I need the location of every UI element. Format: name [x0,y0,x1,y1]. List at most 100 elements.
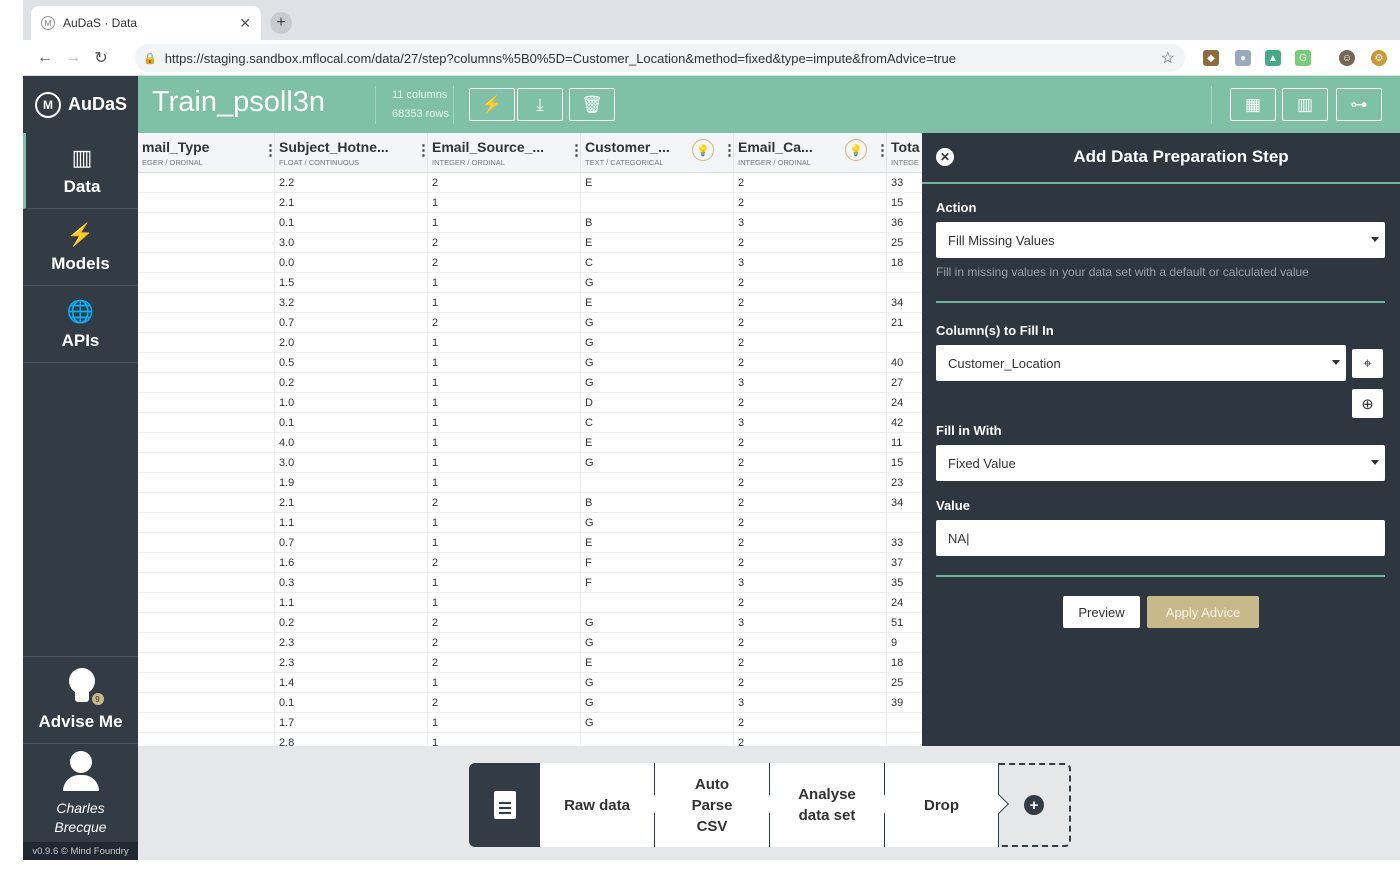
table-cell[interactable]: 9 [887,633,922,653]
table-cell[interactable] [581,733,734,746]
table-cell[interactable]: 0.5 [275,353,428,373]
column-header[interactable]: Customer_... TEXT / CATEGORICAL ⋮ 💡 [581,133,737,173]
table-cell[interactable]: G [581,453,734,473]
table-cell[interactable]: 1 [428,333,581,353]
table-cell[interactable]: 2 [734,193,887,213]
table-cell[interactable]: 2 [428,493,581,513]
download-button[interactable]: ⤓ [517,88,563,121]
table-cell[interactable]: 2 [428,173,581,193]
table-cell[interactable]: 1 [428,473,581,493]
table-cell[interactable]: 2 [734,273,887,293]
table-cell[interactable]: 2 [428,313,581,333]
table-cell[interactable]: 2 [734,513,887,533]
table-cell[interactable] [138,373,275,393]
table-cell[interactable] [887,513,922,533]
table-cell[interactable]: 1.1 [275,593,428,613]
profile-avatar-icon[interactable]: ☺ [1339,50,1355,66]
table-cell[interactable]: 2 [734,313,887,333]
table-cell[interactable]: G [581,353,734,373]
table-cell[interactable]: F [581,573,734,593]
table-cell[interactable]: 42 [887,413,922,433]
table-cell[interactable]: 3 [734,413,887,433]
table-cell[interactable]: 1.5 [275,273,428,293]
url-field[interactable]: 🔒 https://staging.sandbox.mflocal.com/da… [135,44,1185,72]
table-cell[interactable]: 2 [428,693,581,713]
quick-model-button[interactable]: ⚡ [469,88,515,121]
table-cell[interactable] [138,233,275,253]
table-cell[interactable]: 35 [887,573,922,593]
forward-icon[interactable]: → [59,49,87,67]
table-cell[interactable]: 2 [428,233,581,253]
table-cell[interactable]: 0.1 [275,213,428,233]
table-cell[interactable]: 36 [887,213,922,233]
table-cell[interactable] [138,213,275,233]
table-cell[interactable]: 33 [887,533,922,553]
table-cell[interactable] [138,413,275,433]
table-cell[interactable]: 18 [887,653,922,673]
table-cell[interactable] [138,253,275,273]
table-cell[interactable]: 0.7 [275,533,428,553]
table-cell[interactable]: 2 [734,293,887,313]
table-cell[interactable]: E [581,293,734,313]
table-cell[interactable]: 15 [887,453,922,473]
table-cell[interactable]: 2.0 [275,333,428,353]
table-cell[interactable] [138,613,275,633]
table-cell[interactable]: 1 [428,393,581,413]
table-cell[interactable]: 24 [887,393,922,413]
app-logo[interactable]: M AuDaS [23,76,138,133]
grid-view-button[interactable]: ▦ [1230,88,1276,121]
advice-lightbulb-icon[interactable]: 💡 [692,139,714,161]
table-cell[interactable]: 2 [428,253,581,273]
table-cell[interactable]: 2.3 [275,633,428,653]
pipeline-source-button[interactable] [469,763,540,847]
table-cell[interactable]: 27 [887,373,922,393]
table-cell[interactable]: 3.0 [275,233,428,253]
table-cell[interactable]: 2 [734,353,887,373]
table-cell[interactable]: 2.3 [275,653,428,673]
table-cell[interactable]: G [581,333,734,353]
table-cell[interactable]: 1.4 [275,673,428,693]
table-cell[interactable] [138,393,275,413]
table-cell[interactable]: E [581,433,734,453]
table-cell[interactable]: 2.1 [275,193,428,213]
table-cell[interactable]: 2 [428,653,581,673]
table-cell[interactable]: 1 [428,733,581,746]
table-cell[interactable]: 2.8 [275,733,428,746]
table-cell[interactable]: D [581,393,734,413]
table-cell[interactable] [887,273,922,293]
advice-lightbulb-icon[interactable]: 💡 [845,139,867,161]
table-cell[interactable]: 2 [734,653,887,673]
table-cell[interactable]: 1 [428,213,581,233]
table-cell[interactable]: F [581,553,734,573]
table-cell[interactable]: 1 [428,593,581,613]
table-cell[interactable]: 2 [734,553,887,573]
table-cell[interactable]: 23 [887,473,922,493]
extension-icon[interactable]: ◆ [1203,50,1219,66]
table-cell[interactable]: 3 [734,253,887,273]
column-header[interactable]: Email_Source_... INTEGER / ORDINAL ⋮ [428,133,584,173]
columns-select[interactable]: Customer_Location [936,345,1346,381]
extension-icon[interactable]: ● [1235,50,1251,66]
table-cell[interactable] [138,273,275,293]
reload-icon[interactable]: ↻ [87,48,115,68]
table-cell[interactable]: 3 [734,373,887,393]
table-cell[interactable]: 2 [734,453,887,473]
table-cell[interactable]: 0.1 [275,693,428,713]
table-cell[interactable]: 2 [734,173,887,193]
new-tab-icon[interactable]: + [270,12,292,34]
table-cell[interactable]: E [581,173,734,193]
browser-tab[interactable]: M AuDaS · Data ✕ [31,6,261,40]
extension-icon[interactable]: ⚙ [1371,50,1387,66]
table-cell[interactable]: 2 [734,533,887,553]
sidebar-item-apis[interactable]: 🌐 APIs [23,287,138,363]
table-cell[interactable]: 2 [428,633,581,653]
table-cell[interactable]: C [581,413,734,433]
table-cell[interactable]: 3 [734,693,887,713]
table-cell[interactable]: 2 [734,673,887,693]
action-select[interactable]: Fill Missing Values [936,222,1385,258]
chart-view-button[interactable]: ▥ [1282,88,1328,121]
table-cell[interactable] [138,173,275,193]
table-cell[interactable] [887,333,922,353]
table-cell[interactable]: 1 [428,273,581,293]
table-cell[interactable]: 11 [887,433,922,453]
